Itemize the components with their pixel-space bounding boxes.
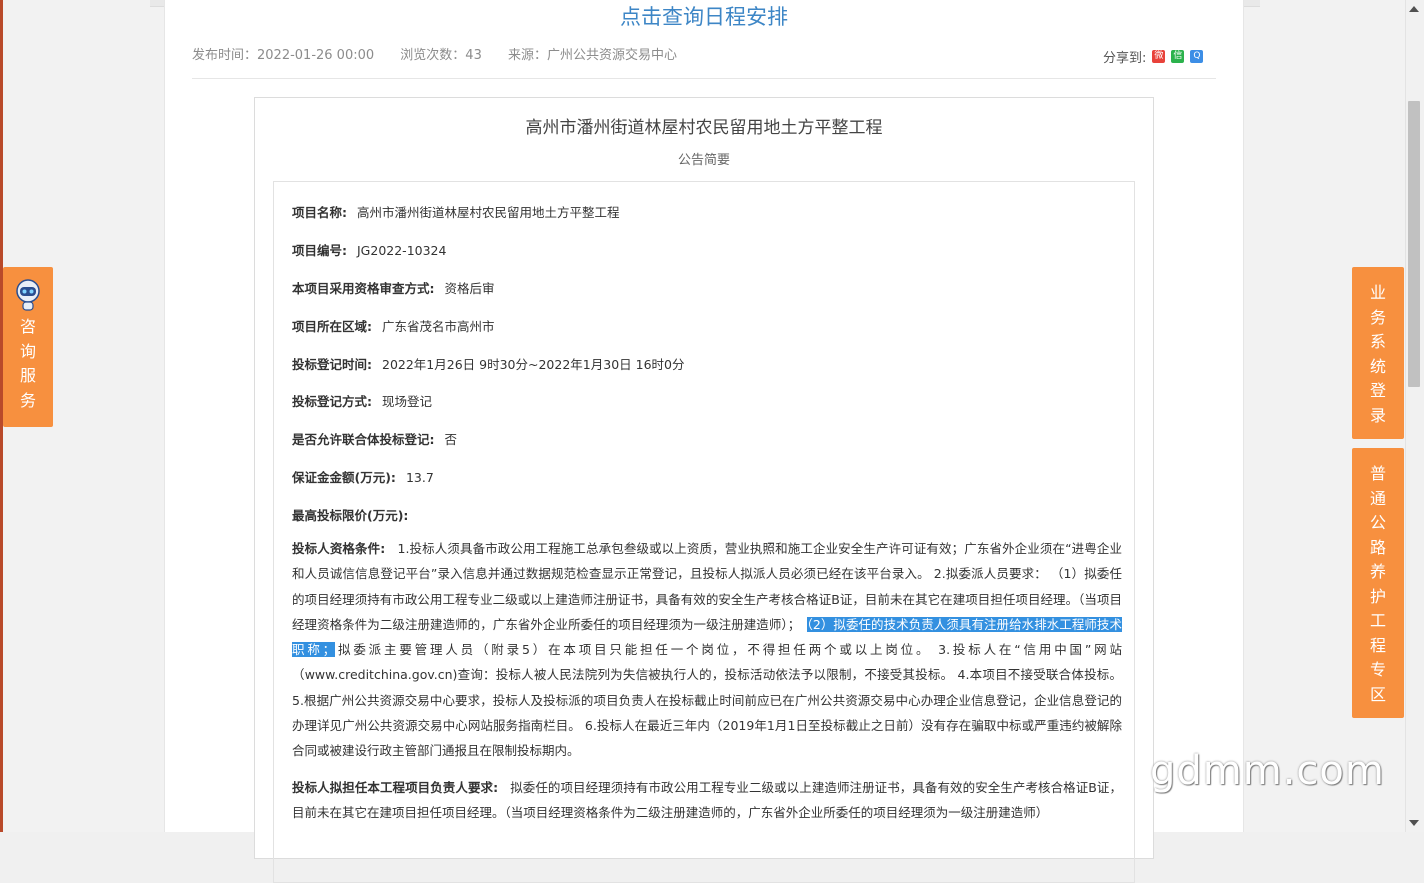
robot-icon (16, 279, 40, 311)
manager-requirement-paragraph: 投标人拟担任本工程项目负责人要求: 拟委任的项目经理须持有市政公用工程专业二级或… (292, 775, 1122, 826)
schedule-query-link[interactable]: 点击查询日程安排 (165, 2, 1243, 32)
field-label: 本项目采用资格审查方式: (292, 281, 435, 296)
field-value: 13.7 (405, 470, 434, 485)
field-value: 高州市潘州街道林屋村农民留用地土方平整工程 (357, 205, 620, 220)
publish-time: 发布时间：2022-01-26 00:00 (192, 48, 375, 63)
notice-title: 高州市潘州街道林屋村农民留用地土方平整工程 (525, 118, 883, 138)
field-max-price: 最高投标限价(万元): (292, 505, 418, 524)
field-value: 否 (444, 432, 458, 447)
qualification-label: 投标人资格条件: (292, 541, 386, 556)
share-bar: 分享到: 微 信 Q (1103, 47, 1204, 66)
consult-service-label: 咨询服务 (3, 315, 53, 413)
road-maintenance-zone-label: 普通公路养护工程专区 (1369, 464, 1386, 704)
field-value: 2022年1月26日 9时30分~2022年1月30日 16时0分 (382, 357, 685, 372)
field-deposit: 保证金金额(万元): 13.7 (292, 467, 434, 486)
field-value: 现场登记 (382, 394, 433, 409)
field-registration-method: 投标登记方式: 现场登记 (292, 391, 432, 410)
content-panel: 点击查询日程安排 发布时间：2022-01-26 00:00 浏览次数：43 来… (164, 0, 1244, 883)
field-value: JG2022-10324 (357, 243, 447, 258)
business-login-label: 业务系统登录 (1369, 283, 1386, 425)
scroll-up-icon[interactable] (1409, 6, 1419, 12)
field-review-method: 本项目采用资格审查方式: 资格后审 (292, 278, 495, 297)
field-value: 广东省茂名市高州市 (382, 319, 495, 334)
notice-details: 项目名称: 高州市潘州街道林屋村农民留用地土方平整工程 项目编号: JG2022-1… (273, 181, 1135, 883)
road-maintenance-zone-button[interactable]: 普通公路养护工程专区 (1352, 448, 1404, 718)
view-count: 浏览次数：43 (400, 48, 482, 63)
watermark: gdmm.com (1150, 748, 1385, 794)
qq-icon[interactable]: Q (1190, 50, 1204, 63)
field-project-code: 项目编号: JG2022-10324 (292, 240, 446, 259)
qualification-paragraph: 投标人资格条件: 1.投标人须具备市政公用工程施工总承包叁级或以上资质，营业执照… (292, 536, 1122, 764)
source: 来源：广州公共资源交易中心 (507, 48, 677, 63)
field-label: 投标登记方式: (292, 394, 372, 409)
field-label: 是否允许联合体投标登记: (292, 432, 435, 447)
scrollbar-thumb[interactable] (1408, 101, 1420, 387)
field-value: 资格后审 (444, 281, 495, 296)
field-region: 项目所在区域: 广东省茂名市高州市 (292, 316, 495, 335)
wechat-icon[interactable]: 信 (1171, 50, 1185, 63)
field-joint-bid: 是否允许联合体投标登记: 否 (292, 429, 457, 448)
notice-card: 高州市潘州街道林屋村农民留用地土方平整工程 公告简要 项目名称: 高州市潘州街道林… (254, 97, 1154, 883)
field-label: 投标登记时间: (292, 357, 372, 372)
weibo-icon[interactable]: 微 (1152, 50, 1166, 63)
notice-subtitle: 公告简要 (677, 153, 730, 168)
field-registration-time: 投标登记时间: 2022年1月26日 9时30分~2022年1月30日 16时0分 (292, 354, 684, 373)
field-project-name: 项目名称: 高州市潘州街道林屋村农民留用地土方平整工程 (292, 202, 620, 221)
field-label: 最高投标限价(万元): (292, 508, 409, 523)
scroll-down-icon[interactable] (1409, 820, 1419, 826)
manager-requirement-label: 投标人拟担任本工程项目负责人要求: (292, 780, 499, 795)
business-login-button[interactable]: 业务系统登录 (1352, 267, 1404, 439)
consult-label-text: 咨询服务 (19, 317, 36, 410)
field-label: 项目所在区域: (292, 319, 372, 334)
article-meta: 发布时间：2022-01-26 00:00 浏览次数：43 来源：广州公共资源交… (192, 44, 699, 63)
field-label: 项目编号: (292, 243, 347, 258)
consult-service-button[interactable]: 咨询服务 (3, 267, 53, 427)
field-label: 保证金金额(万元): (292, 470, 396, 485)
field-label: 项目名称: (292, 205, 347, 220)
qualification-text-rest: 拟委派主要管理人员（附录5）在本项目只能担任一个岗位，不得担任两个或以上岗位。 … (292, 642, 1122, 759)
share-label: 分享到: (1103, 51, 1147, 66)
divider (192, 78, 1216, 79)
